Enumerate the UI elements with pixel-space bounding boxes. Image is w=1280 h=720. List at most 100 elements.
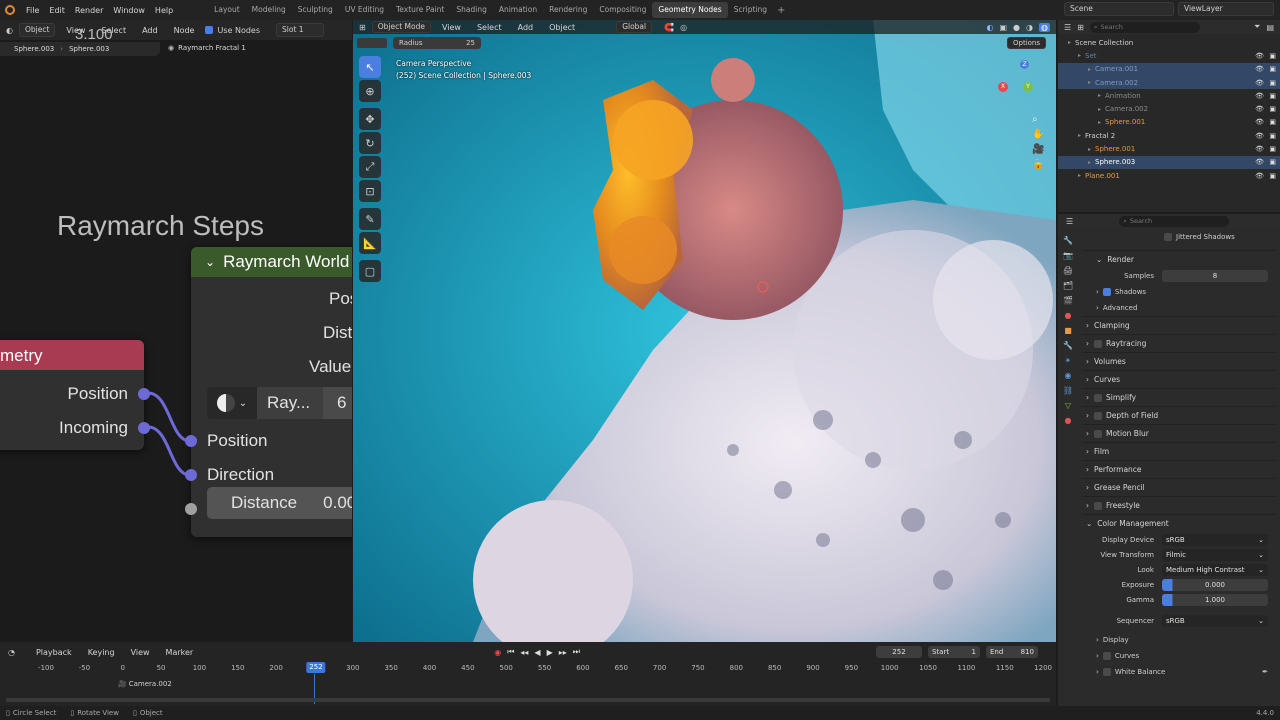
end-frame-field[interactable]: End 810 bbox=[985, 646, 1038, 658]
menu-edit[interactable]: Edit bbox=[44, 6, 70, 15]
lock-icon[interactable]: 🔒 bbox=[1032, 159, 1044, 170]
input-position-socket[interactable] bbox=[185, 435, 197, 447]
outliner-row[interactable]: ▸ Camera.002 👁 ▣ bbox=[1058, 102, 1280, 115]
radius-field[interactable]: Radius 25 bbox=[393, 37, 481, 49]
world-tab-icon[interactable]: ● bbox=[1065, 311, 1072, 320]
outliner-row[interactable]: ▸ Scene Collection bbox=[1058, 36, 1280, 49]
keying-menu[interactable]: Keying bbox=[83, 648, 120, 657]
outliner-row[interactable]: ▸ Camera.002 👁 ▣ bbox=[1058, 75, 1280, 90]
add-cube-tool-icon[interactable]: ▢ bbox=[359, 260, 381, 282]
data-tab-icon[interactable]: ▽ bbox=[1065, 401, 1071, 410]
scale-tool-icon[interactable]: ⤢ bbox=[359, 156, 381, 178]
zoom-icon[interactable]: ⌕ bbox=[1032, 114, 1044, 125]
outliner-search[interactable]: ⌕ Search bbox=[1089, 21, 1200, 33]
panel-volumes[interactable]: › Volumes bbox=[1082, 352, 1276, 370]
playback-menu[interactable]: Playback bbox=[31, 648, 77, 657]
axis-x-icon[interactable]: X bbox=[998, 82, 1008, 92]
render-camera-icon[interactable]: ▣ bbox=[1269, 145, 1276, 153]
shading-material-icon[interactable]: ◑ bbox=[1026, 23, 1033, 32]
visibility-eye-icon[interactable]: 👁 bbox=[1255, 118, 1264, 126]
render-camera-icon[interactable]: ▣ bbox=[1269, 158, 1276, 166]
white-balance-subpanel[interactable]: › White Balance ✒ bbox=[1082, 664, 1276, 680]
display-device-dropdown[interactable]: sRGB ⌄ bbox=[1162, 533, 1268, 546]
filter-icon[interactable]: ⏷ bbox=[1254, 22, 1260, 32]
collection-icon[interactable]: ▸ bbox=[1078, 132, 1081, 139]
workspace-tab-shading[interactable]: Shading bbox=[450, 2, 492, 18]
material-tab-icon[interactable]: ● bbox=[1065, 416, 1072, 425]
collection-icon[interactable]: ▸ bbox=[1068, 39, 1071, 46]
white-balance-checkbox[interactable] bbox=[1102, 668, 1111, 676]
collection-icon[interactable]: ▸ bbox=[1098, 119, 1101, 126]
visibility-eye-icon[interactable]: 👁 bbox=[1255, 52, 1264, 60]
timeline-scrollbar[interactable] bbox=[6, 698, 1050, 702]
outliner-row[interactable]: ▸ Camera.001 👁 ▣ bbox=[1058, 62, 1280, 76]
xray-icon[interactable]: ▣ bbox=[999, 23, 1007, 32]
visibility-eye-icon[interactable]: 👁 bbox=[1255, 158, 1264, 166]
raymarch-world-node[interactable]: ⌄ Raymarch World Pos Dist Value ⌄ Ray...… bbox=[185, 247, 352, 537]
collection-icon[interactable]: ▸ bbox=[1088, 146, 1091, 153]
exposure-slider[interactable]: 0.000 bbox=[1162, 578, 1268, 591]
distance-field[interactable]: Distance 0.00 bbox=[207, 487, 352, 519]
shading-solid-icon[interactable]: ● bbox=[1013, 23, 1020, 32]
collection-icon[interactable]: ▸ bbox=[1098, 106, 1101, 113]
view-layer-selector[interactable]: ViewLayer bbox=[1178, 2, 1274, 16]
outliner-row[interactable]: ▸ Animation 👁 ▣ bbox=[1058, 89, 1280, 102]
node-group-selector[interactable]: ⌄ Ray... 6 bbox=[207, 387, 352, 419]
node-editor[interactable]: ◐ Object View Select Add Node Use Nodes … bbox=[0, 20, 352, 642]
object-tab-icon[interactable]: ■ bbox=[1064, 326, 1072, 335]
collection-icon[interactable]: ▸ bbox=[1088, 159, 1091, 166]
panel-film[interactable]: › Film bbox=[1082, 442, 1276, 460]
group-name-field[interactable]: Ray... bbox=[257, 387, 323, 419]
render-camera-icon[interactable]: ▣ bbox=[1269, 132, 1276, 140]
color-management-header[interactable]: ⌄ Color Management bbox=[1082, 514, 1276, 532]
view-layer-field[interactable]: ViewLayer bbox=[1178, 2, 1274, 16]
shadows-row[interactable]: › Shadows bbox=[1082, 284, 1276, 300]
3d-viewport[interactable]: ⊞ Object Mode View Select Add Object Glo… bbox=[353, 20, 1056, 642]
outliner-editor-icon[interactable]: ☰ bbox=[1064, 23, 1071, 32]
render-camera-icon[interactable]: ▣ bbox=[1269, 52, 1276, 60]
visibility-eye-icon[interactable]: 👁 bbox=[1255, 65, 1264, 73]
transform-tool-icon[interactable]: ⊡ bbox=[359, 180, 381, 202]
outliner[interactable]: ☰ ⊞ ⌕ Search ⏷ ▤ ▸ Scene Collection ▸ Set 👁 ▣… bbox=[1058, 20, 1280, 212]
jittered-shadows-checkbox[interactable] bbox=[1164, 233, 1172, 241]
viewport-menu-object[interactable]: Object bbox=[544, 23, 580, 32]
shadows-checkbox[interactable] bbox=[1102, 288, 1111, 296]
panel-performance[interactable]: › Performance bbox=[1082, 460, 1276, 478]
scene-selector[interactable]: Scene bbox=[1064, 2, 1174, 16]
panel-simplify[interactable]: › Simplify bbox=[1082, 388, 1276, 406]
workspace-tab-uv-editing[interactable]: UV Editing bbox=[339, 2, 390, 18]
prev-keyframe-icon[interactable]: ◂◂ bbox=[520, 648, 528, 657]
menu-window[interactable]: Window bbox=[108, 6, 150, 15]
panel-enable-checkbox[interactable] bbox=[1094, 339, 1102, 348]
output-tab-icon[interactable]: 🖨 bbox=[1063, 266, 1073, 275]
collection-icon[interactable]: ▸ bbox=[1098, 92, 1101, 99]
transform-orientation-dropdown[interactable]: Global bbox=[616, 21, 653, 33]
menu-render[interactable]: Render bbox=[70, 6, 108, 15]
object-mode-dropdown[interactable]: Object Mode bbox=[371, 21, 431, 33]
collection-icon[interactable]: ▸ bbox=[1088, 79, 1091, 86]
render-subpanel-header[interactable]: ⌄ Render bbox=[1082, 250, 1276, 268]
panel-enable-checkbox[interactable] bbox=[1094, 429, 1102, 438]
outliner-row[interactable]: ▸ Fractal 2 👁 ▣ bbox=[1058, 129, 1280, 142]
select-tool-icon[interactable]: ↖ bbox=[359, 56, 381, 78]
menu-help[interactable]: Help bbox=[150, 6, 178, 15]
render-camera-icon[interactable]: ▣ bbox=[1269, 118, 1276, 126]
panel-depth-of-field[interactable]: › Depth of Field bbox=[1082, 406, 1276, 424]
collection-icon[interactable]: ▸ bbox=[1078, 52, 1081, 59]
render-camera-icon[interactable]: ▣ bbox=[1269, 79, 1276, 87]
input-direction-socket[interactable] bbox=[185, 469, 197, 481]
visibility-eye-icon[interactable]: 👁 bbox=[1255, 172, 1264, 180]
visibility-eye-icon[interactable]: 👁 bbox=[1255, 145, 1264, 153]
particles-tab-icon[interactable]: ✴ bbox=[1065, 356, 1072, 365]
curves-checkbox[interactable] bbox=[1102, 652, 1111, 660]
workspace-tab-sculpting[interactable]: Sculpting bbox=[292, 2, 339, 18]
outliner-row[interactable]: ▸ Plane.001 👁 ▣ bbox=[1058, 169, 1280, 182]
render-camera-icon[interactable]: ▣ bbox=[1269, 65, 1276, 73]
menu-file[interactable]: File bbox=[21, 6, 44, 15]
viewport-menu-view[interactable]: View bbox=[437, 23, 466, 32]
current-frame-badge[interactable]: 252 bbox=[306, 662, 326, 673]
collapse-chevron-icon[interactable]: ⌄ bbox=[205, 255, 215, 269]
render-camera-icon[interactable]: ▣ bbox=[1269, 172, 1276, 180]
select-mode-icon[interactable] bbox=[357, 38, 387, 48]
display-subpanel[interactable]: › Display bbox=[1082, 632, 1276, 648]
